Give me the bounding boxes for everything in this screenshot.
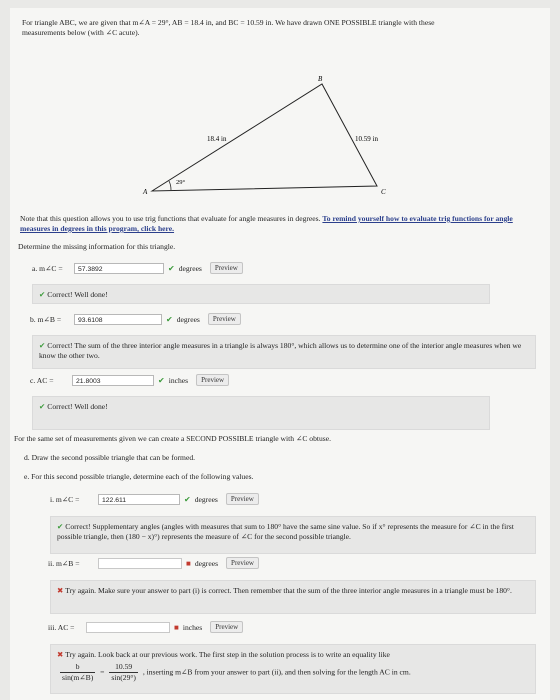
question-iii-label: iii. AC =	[48, 622, 75, 632]
preview-iii-button[interactable]: Preview	[210, 621, 244, 633]
feedback-i: ✔ Correct! Supplementary angles (angles …	[50, 516, 536, 554]
incorrect-x-icon: ■	[174, 622, 179, 632]
checkmark-icon: ✔	[184, 494, 191, 504]
question-b: b. m∠B = 93.6108 ✔ degrees Preview	[30, 312, 241, 326]
problem-intro: For triangle ABC, we are given that m∠A …	[22, 18, 532, 38]
feedback-c: ✔ Correct! Well done!	[32, 396, 490, 430]
determine-instruction: Determine the missing information for th…	[18, 242, 176, 251]
part-e-instruction: e. For this second possible triangle, de…	[24, 472, 254, 481]
ratio-equation: b sin(m∠B) = 10.59 sin(29°) , inserting …	[57, 662, 529, 683]
preview-ii-button[interactable]: Preview	[226, 557, 259, 569]
answer-ii-input[interactable]	[98, 557, 182, 569]
side-ab-label: 18.4 in	[207, 135, 227, 143]
trig-note: Note that this question allows you to us…	[20, 214, 540, 234]
triangle-shape	[150, 83, 378, 192]
answer-a-input[interactable]: 57.3892	[74, 262, 164, 274]
unit-i: degrees	[194, 494, 218, 504]
unit-ii: degrees	[194, 558, 219, 568]
question-ii-label: ii. m∠B =	[48, 558, 80, 568]
checkmark-icon: ✔	[168, 263, 175, 273]
question-a: a. m∠C = 57.3892 ✔ degrees Preview	[32, 261, 243, 275]
correct-check-icon: ✔	[57, 522, 64, 531]
preview-a-button[interactable]: Preview	[209, 262, 243, 274]
part-d-instruction: d. Draw the second possible triangle tha…	[24, 453, 196, 462]
feedback-a-text: Correct! Well done!	[47, 290, 108, 299]
vertex-a-label: A	[142, 188, 148, 196]
checkmark-icon: ✔	[158, 375, 165, 385]
fraction-left-numerator: b	[60, 662, 96, 673]
question-b-label: b. m∠B =	[30, 314, 62, 324]
angle-a-arc	[168, 180, 172, 191]
intro-line-2: measurements below (with ∠C acute).	[22, 28, 140, 37]
incorrect-x-icon: ■	[186, 558, 191, 568]
question-c-label: c. AC =	[30, 375, 54, 385]
fraction-right: 10.59 sin(29°)	[109, 662, 138, 683]
fraction-right-denominator: sin(29°)	[111, 673, 136, 682]
fraction-left-denominator: sin(m∠B)	[62, 673, 94, 682]
answer-i-input[interactable]: 122.611	[98, 493, 180, 505]
answer-c-input[interactable]: 21.8003	[72, 374, 154, 386]
feedback-i-text: Correct! Supplementary angles (angles wi…	[57, 522, 514, 541]
question-i-label: i. m∠C =	[50, 494, 80, 504]
unit-a: degrees	[178, 263, 202, 273]
triangle-diagram: A B C 18.4 in 10.59 in 29°	[142, 75, 386, 196]
preview-c-button[interactable]: Preview	[196, 374, 230, 386]
trig-note-text: Note that this question allows you to us…	[20, 214, 323, 223]
answer-iii-input[interactable]	[86, 621, 170, 633]
feedback-a: ✔ Correct! Well done!	[32, 284, 490, 304]
correct-check-icon: ✔	[39, 402, 46, 411]
vertex-b-label: B	[318, 75, 323, 83]
feedback-iii-end: , inserting m∠B from your answer to part…	[142, 667, 411, 677]
correct-check-icon: ✔	[39, 290, 46, 299]
equals-sign: =	[100, 667, 105, 677]
side-bc-label: 10.59 in	[355, 135, 378, 143]
vertex-c-label: C	[381, 188, 386, 196]
incorrect-x-icon: ✖	[57, 650, 64, 659]
second-triangle-heading: For the same set of measurements given w…	[14, 434, 332, 443]
feedback-c-text: Correct! Well done!	[47, 402, 108, 411]
angle-a-label: 29°	[176, 179, 186, 186]
question-c: c. AC = 21.8003 ✔ inches Preview	[30, 373, 230, 387]
question-ii: ii. m∠B = ■ degrees Preview	[48, 556, 259, 570]
feedback-iii: ✖ Try again. Look back at our previous w…	[50, 644, 536, 694]
intro-line-1: For triangle ABC, we are given that m∠A …	[22, 18, 435, 27]
incorrect-x-icon: ✖	[57, 586, 64, 595]
checkmark-icon: ✔	[166, 314, 173, 324]
question-a-label: a. m∠C =	[32, 263, 63, 273]
feedback-b-text: Correct! The sum of the three interior a…	[39, 341, 522, 360]
feedback-iii-start: Try again. Look back at our previous wor…	[65, 650, 390, 659]
feedback-ii-text: Try again. Make sure your answer to part…	[65, 586, 512, 595]
feedback-b: ✔ Correct! The sum of the three interior…	[32, 335, 536, 369]
unit-b: degrees	[176, 314, 200, 324]
preview-b-button[interactable]: Preview	[207, 313, 241, 325]
preview-i-button[interactable]: Preview	[225, 493, 259, 505]
fraction-left: b sin(m∠B)	[60, 662, 96, 683]
correct-check-icon: ✔	[39, 341, 46, 350]
fraction-right-numerator: 10.59	[109, 662, 138, 673]
feedback-ii: ✖ Try again. Make sure your answer to pa…	[50, 580, 536, 614]
answer-b-input[interactable]: 93.6108	[74, 313, 162, 325]
unit-iii: inches	[182, 622, 203, 632]
question-iii: iii. AC = ■ inches Preview	[48, 620, 244, 634]
question-i: i. m∠C = 122.611 ✔ degrees Preview	[50, 492, 259, 506]
worksheet: For triangle ABC, we are given that m∠A …	[10, 8, 550, 700]
unit-c: inches	[168, 375, 189, 385]
